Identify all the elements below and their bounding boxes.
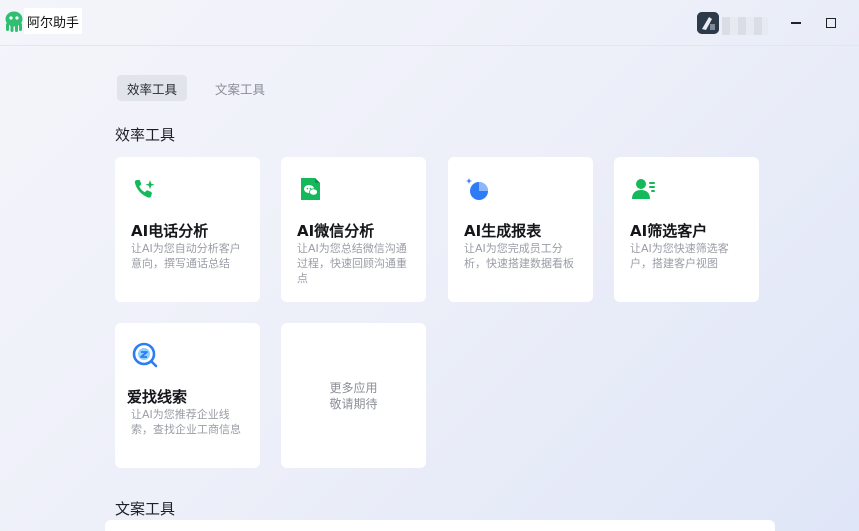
card-description: 让AI为您总结微信沟通过程，快速回顾沟通重点: [297, 242, 407, 285]
card-description: 让AI为您快速筛选客户，搭建客户视图: [630, 242, 729, 270]
minimize-icon: [791, 22, 801, 24]
card-description: 让AI为您自动分析客户意向，撰写通话总结: [131, 242, 241, 270]
maximize-button[interactable]: [820, 12, 842, 34]
card-title: AI微信分析: [297, 222, 375, 240]
card-ai-call-analysis[interactable]: AI电话分析 让AI为您自动分析客户意向，撰写通话总结: [115, 157, 260, 302]
card-title: 爱找线索: [127, 388, 188, 406]
maximize-icon: [826, 18, 836, 28]
user-name-masked: [722, 17, 768, 35]
card-title: AI电话分析: [131, 222, 209, 240]
title-bar: 阿尔助手: [0, 0, 859, 46]
phone-sparkle-icon: [134, 180, 155, 198]
card-description: 让AI为您推荐企业线索，查找企业工商信息: [131, 408, 241, 436]
card-description: 让AI为您完成员工分析，快速搭建数据看板: [464, 242, 574, 270]
card-ai-generate-report[interactable]: AI生成报表 让AI为您完成员工分析，快速搭建数据看板: [448, 157, 593, 302]
card-ai-wechat-analysis[interactable]: AI微信分析 让AI为您总结微信沟通过程，快速回顾沟通重点: [281, 157, 426, 302]
section-title-efficiency: 效率工具: [115, 126, 176, 144]
card-find-clues[interactable]: 爱找线索 让AI为您推荐企业线索，查找企业工商信息: [115, 323, 260, 468]
octopus-logo-icon: [5, 11, 23, 32]
tab-copywriting-tools[interactable]: 文案工具: [205, 75, 275, 101]
avatar[interactable]: [697, 12, 719, 34]
card-title: AI筛选客户: [630, 222, 708, 240]
tab-efficiency-tools[interactable]: 效率工具: [117, 75, 188, 101]
app-title: 阿尔助手: [24, 8, 83, 34]
pie-chart-icon: [466, 178, 488, 200]
card-title: AI生成报表: [464, 222, 542, 240]
section-title-copywriting: 文案工具: [115, 500, 176, 518]
user-filter-icon: [632, 179, 655, 199]
search-clue-icon: [132, 342, 158, 368]
tool-tabs: 效率工具 文案工具: [117, 75, 293, 101]
coming-soon-text: 敬请期待: [329, 396, 378, 411]
minimize-button[interactable]: [785, 12, 807, 34]
copywriting-panel: [105, 520, 775, 531]
more-apps-text: 更多应用: [329, 380, 378, 395]
card-more-apps: 更多应用 敬请期待: [281, 323, 426, 468]
avatar-image-icon: [697, 12, 719, 34]
card-ai-filter-customers[interactable]: AI筛选客户 让AI为您快速筛选客户，搭建客户视图: [614, 157, 759, 302]
wechat-icon: [301, 178, 320, 200]
